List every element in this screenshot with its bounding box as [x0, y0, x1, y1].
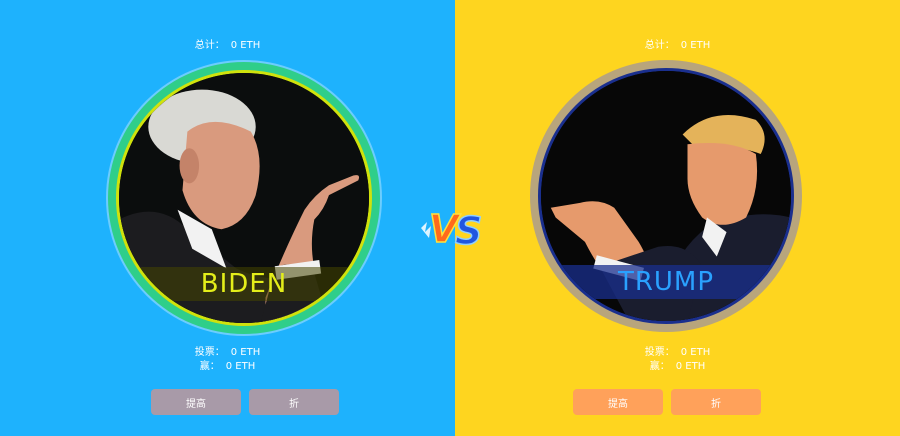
total-label: 总计： [644, 40, 675, 51]
win-row: 赢： 0 ETH [0, 360, 455, 374]
win-label: 赢： [199, 361, 220, 372]
trump-avatar-ring[interactable]: TRUMP [530, 60, 802, 332]
total-value: 0 ETH [680, 40, 711, 51]
biden-fold-button[interactable]: 折 [249, 389, 339, 415]
biden-total: 总计： 0 ETH [0, 36, 455, 51]
biden-panel: 总计： 0 ETH BIDEN 投票： 0 ETH 赢： 0 ETH 提高 折 [0, 0, 455, 436]
trump-name: TRUMP [541, 265, 791, 299]
biden-stats: 投票： 0 ETH 赢： 0 ETH [0, 346, 455, 374]
trump-panel: 总计： 0 ETH TRUMP 投票： 0 ETH 赢： 0 ETH 提高 折 [455, 0, 900, 436]
win-label: 赢： [649, 361, 670, 372]
vote-row: 投票： 0 ETH [0, 346, 455, 360]
vote-label: 投票： [194, 347, 225, 358]
vs-icon: V S [421, 206, 483, 254]
biden-avatar-ring[interactable]: BIDEN [108, 62, 380, 334]
trump-total: 总计： 0 ETH [455, 36, 900, 51]
trump-raise-button[interactable]: 提高 [573, 389, 663, 415]
vote-value: 0 ETH [680, 347, 711, 358]
trump-stats: 投票： 0 ETH 赢： 0 ETH [455, 346, 900, 374]
biden-portrait: BIDEN [116, 70, 372, 326]
trump-portrait: TRUMP [538, 68, 794, 324]
vs-letter-s: S [455, 209, 482, 253]
biden-name: BIDEN [119, 267, 369, 301]
win-value: 0 ETH [225, 361, 256, 372]
trump-fold-button[interactable]: 折 [671, 389, 761, 415]
biden-raise-button[interactable]: 提高 [151, 389, 241, 415]
total-value: 0 ETH [230, 40, 261, 51]
win-value: 0 ETH [675, 361, 706, 372]
vote-value: 0 ETH [230, 347, 261, 358]
vote-label: 投票： [644, 347, 675, 358]
win-row: 赢： 0 ETH [455, 360, 900, 374]
biden-buttons: 提高 折 [151, 389, 339, 415]
vote-row: 投票： 0 ETH [455, 346, 900, 360]
total-label: 总计： [194, 40, 225, 51]
trump-buttons: 提高 折 [573, 389, 761, 415]
versus-screen: 总计： 0 ETH BIDEN 投票： 0 ETH 赢： 0 ETH 提高 折 … [0, 0, 900, 436]
